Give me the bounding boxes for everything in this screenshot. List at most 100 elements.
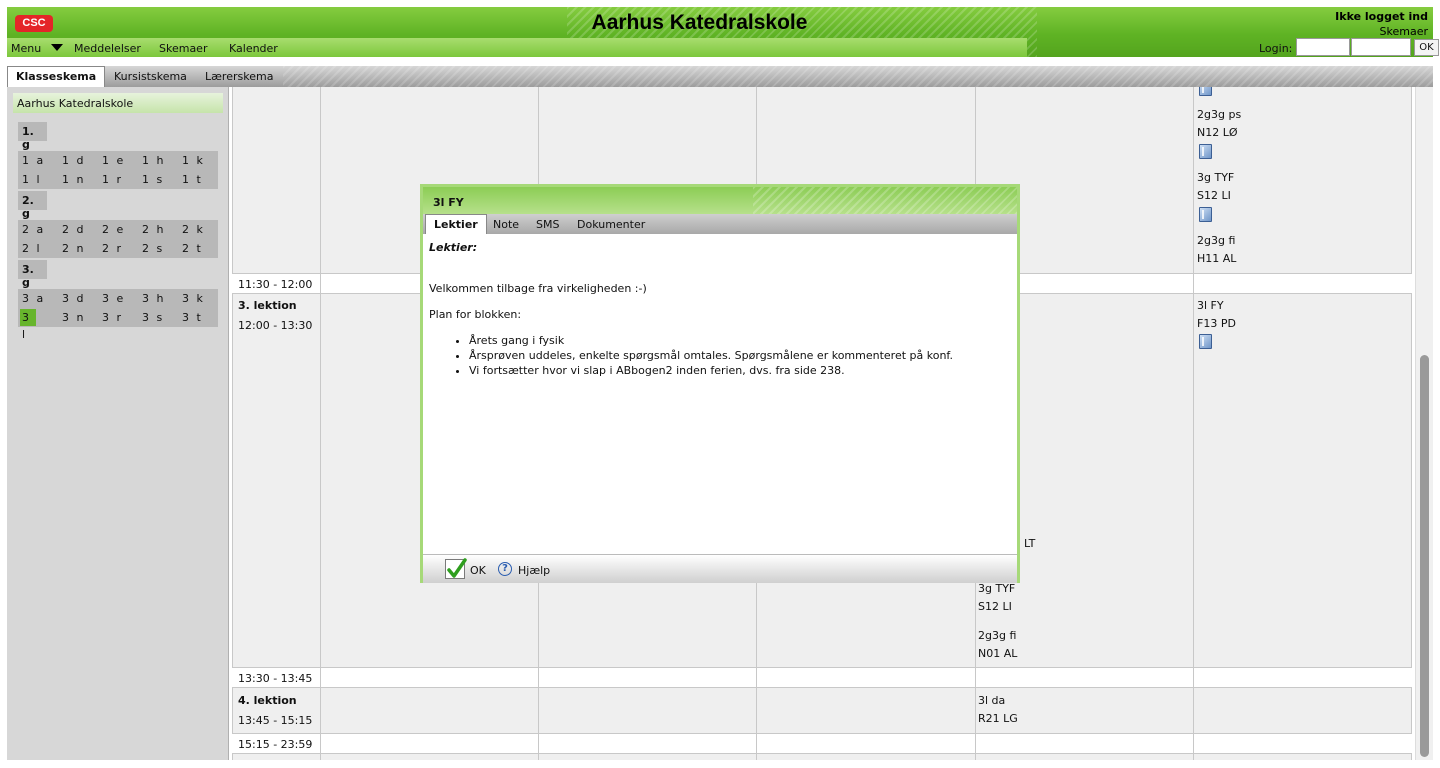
- lesson-entry[interactable]: 3g TYF S12 LI: [978, 580, 1015, 616]
- class-item-selected[interactable]: 3 l: [20, 309, 36, 341]
- tab-laererskema[interactable]: Lærerskema: [205, 70, 273, 83]
- skemaer-link[interactable]: Skemaer: [1380, 25, 1428, 38]
- login-ok-button[interactable]: OK: [1414, 39, 1439, 56]
- lesson-room: S12 LI: [978, 600, 1012, 613]
- nav-bar: Menu Meddelelser Skemaer Kalender: [7, 38, 1027, 57]
- time-column: [232, 87, 320, 760]
- grade-3: 3. g 3 a 3 d 3 e 3 h 3 k 3 l 3 n 3 r 3 s…: [18, 260, 218, 341]
- lesson-room: N12 LØ: [1197, 126, 1238, 139]
- nav-meddelelser[interactable]: Meddelelser: [74, 42, 141, 55]
- plan-label: Plan for blokken:: [429, 308, 522, 321]
- plan-item: Årets gang i fysik: [469, 333, 1011, 348]
- class-item[interactable]: 1 k: [180, 152, 208, 169]
- nav-kalender[interactable]: Kalender: [229, 42, 278, 55]
- lesson-entry[interactable]: 3g TYF S12 LI: [1197, 169, 1234, 205]
- login-label: Login:: [1259, 42, 1293, 55]
- class-item[interactable]: 3 h: [140, 290, 168, 307]
- lesson-entry[interactable]: 2g3g ps N12 LØ: [1197, 106, 1241, 142]
- tab-klasseskema[interactable]: Klasseskema: [7, 66, 106, 87]
- lesson-course: 2g3g fi: [1197, 234, 1236, 247]
- scrollbar-thumb[interactable]: [1420, 355, 1429, 757]
- login-status: Ikke logget ind: [1335, 10, 1428, 23]
- time-label: 12:00 - 13:30: [238, 319, 313, 332]
- class-item[interactable]: 1 e: [100, 152, 128, 169]
- class-item[interactable]: 3 e: [100, 290, 128, 307]
- time-label: 15:15 - 23:59: [238, 738, 313, 751]
- document-icon[interactable]: [1199, 207, 1212, 222]
- lesson-course: 3l da: [978, 694, 1006, 707]
- class-item[interactable]: 3 n: [60, 309, 88, 326]
- lesson-dialog: 3l FY Lektier Note SMS Dokumenter Lektie…: [420, 184, 1020, 583]
- school-name: Aarhus Katedralskole: [13, 93, 223, 113]
- tabs-decoration: [283, 66, 1433, 87]
- content-heading: Lektier:: [429, 241, 478, 254]
- class-grid: 2 a 2 d 2 e 2 h 2 k 2 l 2 n 2 r 2 s 2 t: [18, 220, 218, 258]
- title-decoration: [753, 187, 1017, 214]
- lesson-entry[interactable]: 3l da R21 LG: [978, 692, 1018, 728]
- class-item[interactable]: 2 t: [180, 240, 208, 257]
- nav-skemaer[interactable]: Skemaer: [159, 42, 207, 55]
- class-item[interactable]: 1 d: [60, 152, 88, 169]
- password-input[interactable]: [1351, 38, 1411, 56]
- document-icon[interactable]: [1199, 334, 1212, 349]
- class-item[interactable]: 2 l: [20, 240, 48, 257]
- break-row: 13:30 - 13:45: [232, 667, 1412, 688]
- class-item[interactable]: 1 l: [20, 171, 48, 188]
- ok-button[interactable]: OK: [470, 564, 486, 577]
- class-item[interactable]: 1 s: [140, 171, 168, 188]
- tab-sms[interactable]: SMS: [536, 218, 559, 231]
- class-item[interactable]: 3 t: [180, 309, 208, 326]
- class-item[interactable]: 1 t: [180, 171, 208, 188]
- tab-dokumenter[interactable]: Dokumenter: [577, 218, 645, 231]
- help-button[interactable]: Hjælp: [518, 564, 550, 577]
- class-item[interactable]: 2 r: [100, 240, 128, 257]
- tab-lektier[interactable]: Lektier: [425, 214, 487, 234]
- class-item[interactable]: 2 h: [140, 221, 168, 238]
- app-header: CSC Aarhus Katedralskole Menu Meddelelse…: [7, 7, 1439, 57]
- lesson-entry[interactable]: 2g3g fi N01 AL: [978, 627, 1017, 663]
- time-label: 13:30 - 13:45: [238, 672, 313, 685]
- lesson-room: LT: [1024, 537, 1036, 550]
- document-icon[interactable]: [1199, 144, 1212, 159]
- class-item[interactable]: 3 a: [20, 290, 48, 307]
- lesson-course: 3g TYF: [1197, 171, 1235, 184]
- lesson-room: R21 LG: [978, 712, 1018, 725]
- class-item[interactable]: 1 n: [60, 171, 88, 188]
- class-item[interactable]: 1 r: [100, 171, 128, 188]
- lesson-entry[interactable]: 3l FY F13 PD: [1197, 297, 1236, 333]
- class-item[interactable]: 2 e: [100, 221, 128, 238]
- class-item[interactable]: 1 h: [140, 152, 168, 169]
- lesson-label: 4. lektion: [238, 694, 297, 707]
- tab-note[interactable]: Note: [493, 218, 519, 231]
- lesson-course: 2g3g ps: [1197, 108, 1242, 121]
- class-grid: 1 a 1 d 1 e 1 h 1 k 1 l 1 n 1 r 1 s 1 t: [18, 151, 218, 189]
- class-item[interactable]: 2 s: [140, 240, 168, 257]
- class-item[interactable]: 3 d: [60, 290, 88, 307]
- intro-text: Velkommen tilbage fra virkeligheden :-): [429, 282, 647, 295]
- class-item[interactable]: 3 r: [100, 309, 128, 326]
- lesson-room: S12 LI: [1197, 189, 1231, 202]
- help-icon[interactable]: ?: [498, 562, 512, 576]
- csc-logo: CSC: [15, 15, 53, 32]
- document-icon[interactable]: [1199, 87, 1212, 96]
- class-item[interactable]: 2 d: [60, 221, 88, 238]
- checkmark-icon[interactable]: [445, 558, 467, 579]
- lesson-course: 2g3g fi: [978, 629, 1017, 642]
- lesson-entry-partial: LT: [1024, 535, 1035, 553]
- dialog-footer: OK ? Hjælp: [423, 554, 1017, 583]
- nav-menu[interactable]: Menu: [11, 42, 41, 55]
- grade-label: 1. g: [18, 122, 47, 151]
- class-item[interactable]: 3 s: [140, 309, 168, 326]
- class-item[interactable]: 2 k: [180, 221, 208, 238]
- dialog-title-bar[interactable]: 3l FY: [423, 187, 1017, 214]
- vertical-scrollbar[interactable]: [1415, 87, 1433, 760]
- tab-kursistskema[interactable]: Kursistskema: [114, 70, 187, 83]
- username-input[interactable]: [1296, 38, 1350, 56]
- class-item[interactable]: 1 a: [20, 152, 48, 169]
- plan-item: Årsprøven uddeles, enkelte spørgsmål omt…: [469, 348, 1011, 363]
- class-item[interactable]: 3 k: [180, 290, 208, 307]
- chevron-down-icon[interactable]: [51, 44, 63, 51]
- class-item[interactable]: 2 n: [60, 240, 88, 257]
- class-item[interactable]: 2 a: [20, 221, 48, 238]
- lesson-entry[interactable]: 2g3g fi H11 AL: [1197, 232, 1236, 268]
